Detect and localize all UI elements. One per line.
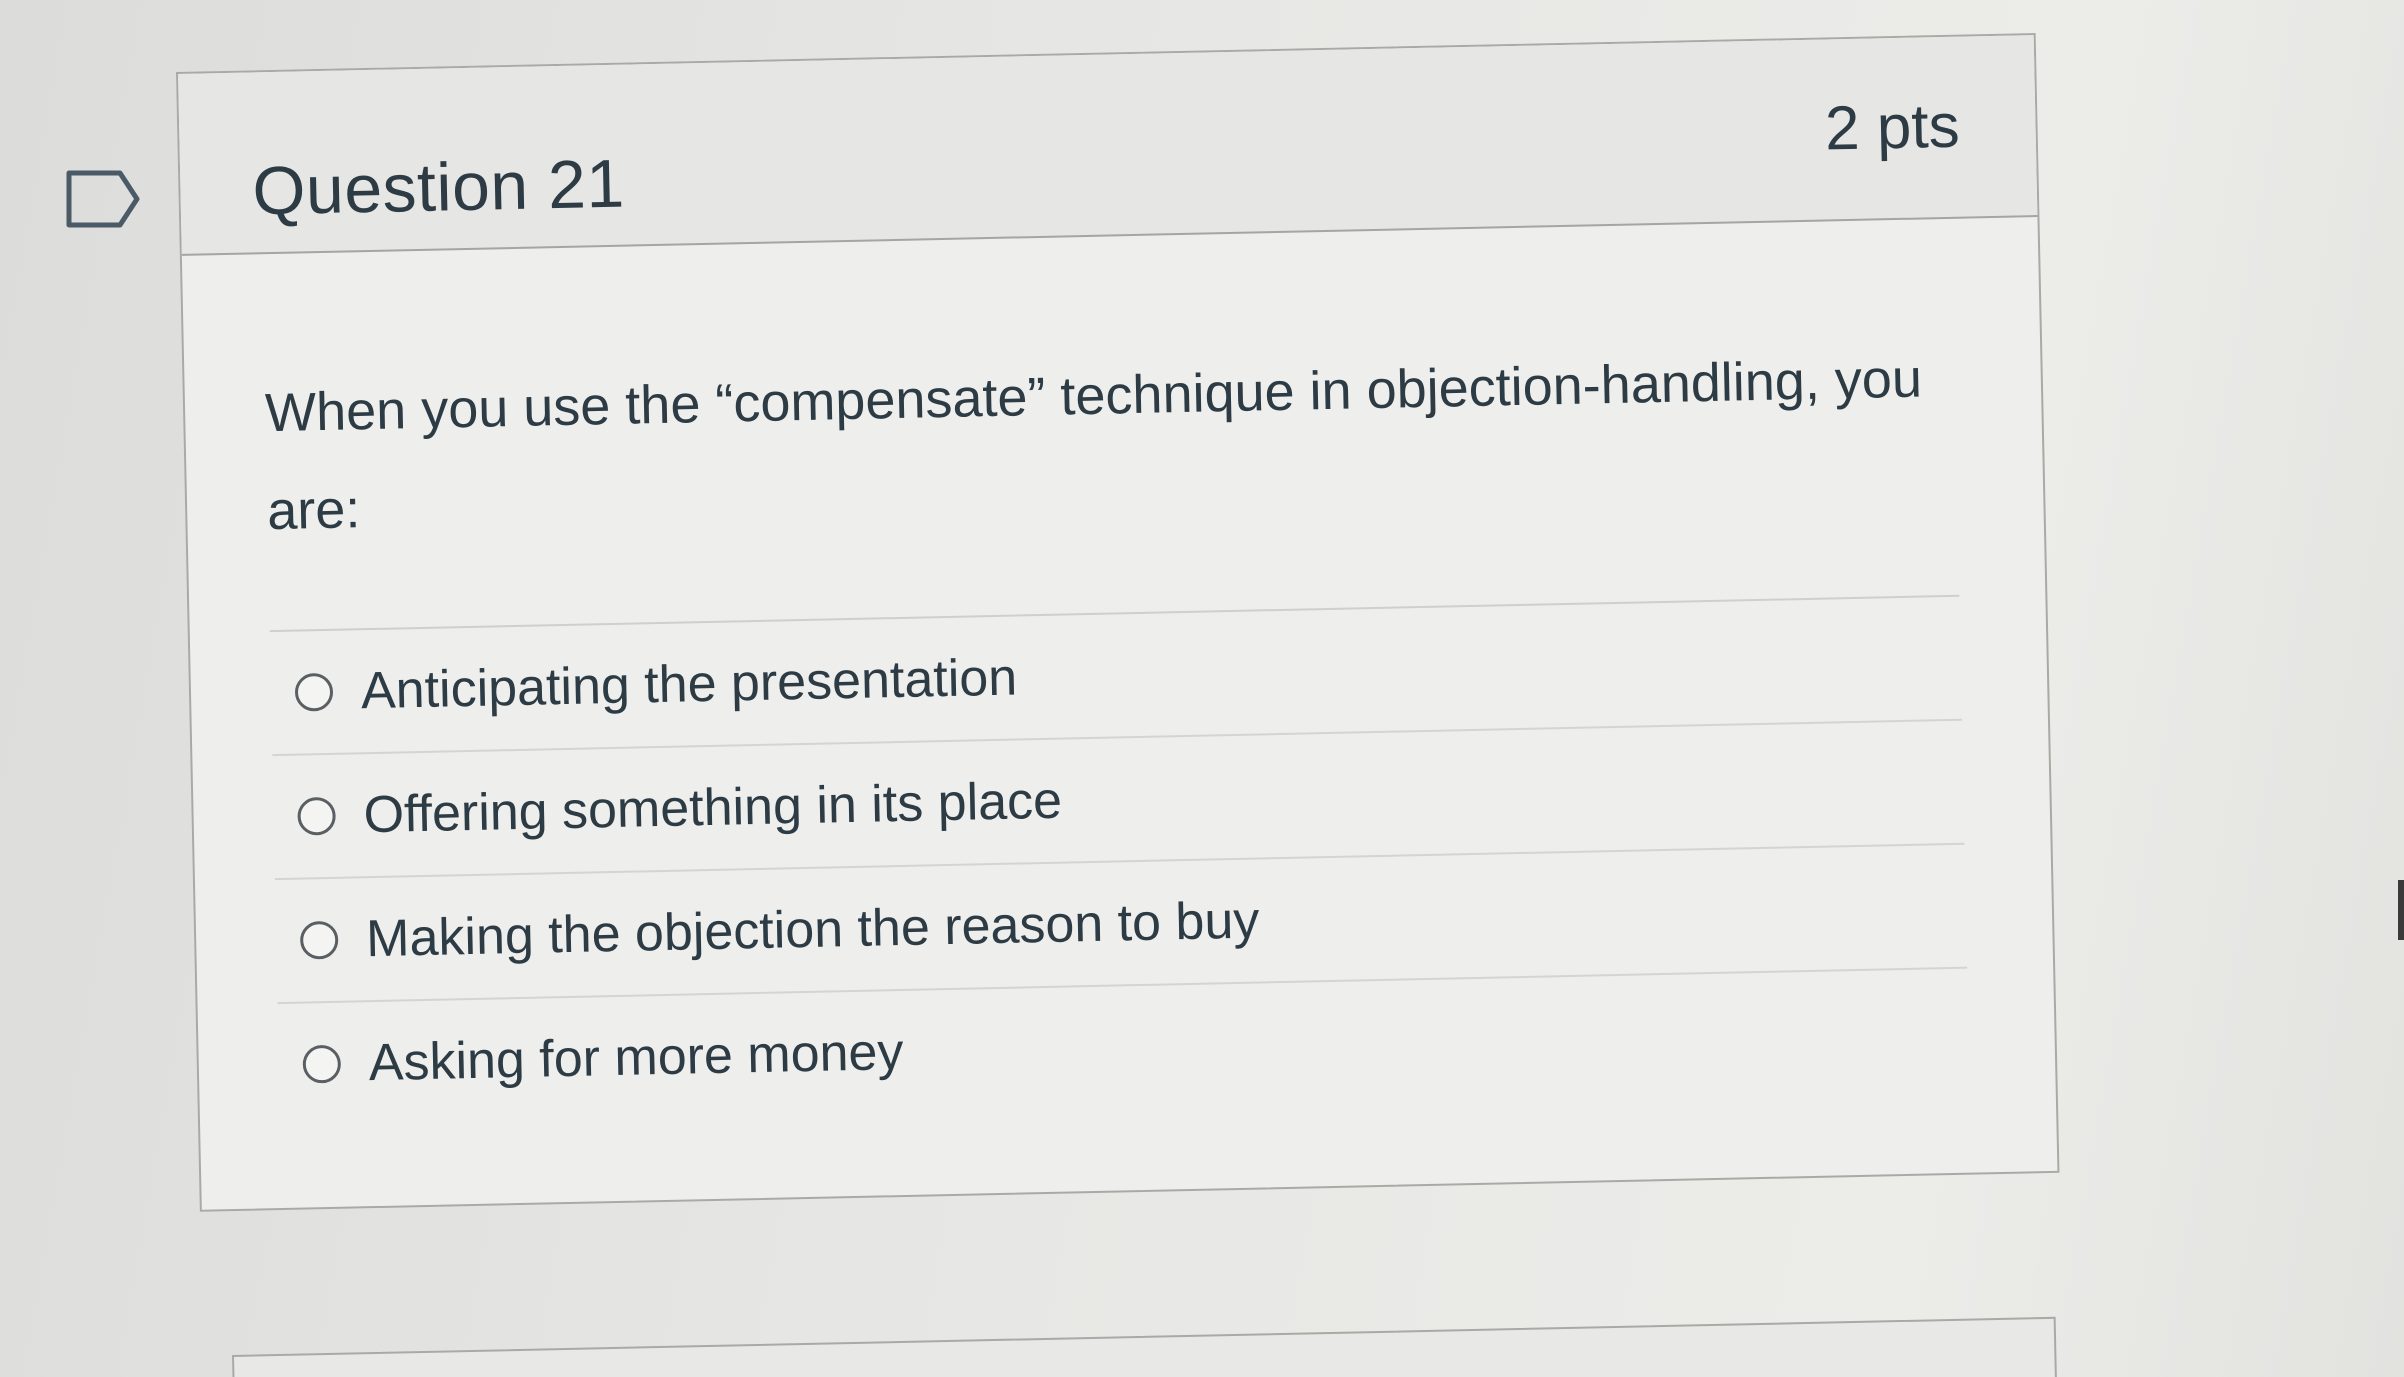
answer-label[interactable]: Offering something in its place xyxy=(363,771,1063,846)
question-title: Question 21 xyxy=(251,145,626,230)
radio-button[interactable] xyxy=(297,796,337,836)
radio-button[interactable] xyxy=(302,1044,342,1084)
radio-button[interactable] xyxy=(299,920,339,960)
answer-label[interactable]: Making the objection the reason to buy xyxy=(366,891,1260,970)
radio-button[interactable] xyxy=(294,672,334,712)
question-points: 2 pts xyxy=(1824,91,1961,164)
question-card: Question 21 2 pts When you use the “comp… xyxy=(176,33,2060,1212)
answer-list: Anticipating the presentation Offering s… xyxy=(269,594,1970,1127)
question-body: When you use the “compensate” technique … xyxy=(182,217,2056,1128)
next-question-card xyxy=(232,1316,2058,1377)
answer-label[interactable]: Anticipating the presentation xyxy=(360,648,1017,722)
scrollbar-edge xyxy=(2398,880,2404,940)
flag-question-icon[interactable] xyxy=(66,170,140,228)
answer-label[interactable]: Asking for more money xyxy=(368,1022,904,1093)
quiz-page: Question 21 2 pts When you use the “comp… xyxy=(0,0,2404,1377)
question-text: When you use the “compensate” technique … xyxy=(264,348,1923,542)
